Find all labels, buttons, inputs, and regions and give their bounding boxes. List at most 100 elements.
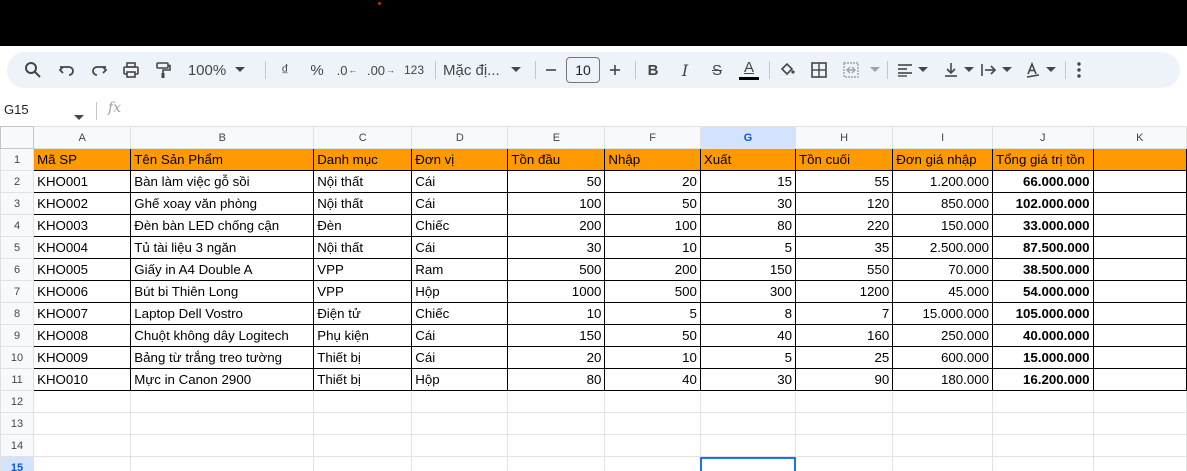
table-cell[interactable]: Thiết bị [313, 346, 413, 369]
table-cell[interactable]: Cái [411, 192, 509, 215]
table-cell[interactable]: 8 [699, 302, 797, 325]
table-cell[interactable]: 40 [699, 324, 797, 347]
table-cell[interactable]: 45.000 [892, 280, 994, 303]
table-cell[interactable]: 180.000 [892, 368, 994, 391]
table-cell[interactable]: 550 [795, 258, 894, 281]
table-cell[interactable]: 25 [795, 346, 894, 369]
row-header[interactable]: 14 [0, 434, 35, 457]
empty-cell[interactable] [892, 390, 994, 413]
chevron-down-icon[interactable] [917, 56, 929, 84]
row-header[interactable]: 6 [0, 258, 35, 281]
table-cell[interactable]: 80 [507, 368, 606, 391]
column-header-i[interactable]: I [892, 126, 994, 149]
print-icon[interactable] [119, 56, 143, 84]
table-cell[interactable]: 2.500.000 [892, 236, 994, 259]
table-cell[interactable]: 87.500.000 [992, 236, 1094, 259]
empty-cell[interactable] [130, 434, 315, 457]
table-cell[interactable]: Tủ tài liệu 3 ngăn [130, 236, 315, 259]
empty-cell[interactable] [892, 456, 994, 471]
empty-cell[interactable] [313, 456, 413, 471]
empty-cell[interactable] [1092, 390, 1187, 413]
empty-cell[interactable] [604, 434, 701, 457]
table-cell[interactable]: 20 [507, 346, 606, 369]
table-cell[interactable]: Cái [411, 236, 509, 259]
row-header[interactable]: 12 [0, 390, 35, 413]
table-cell[interactable]: Hộp [411, 280, 509, 303]
redo-icon[interactable] [87, 56, 111, 84]
fill-color-icon[interactable] [775, 56, 799, 84]
merge-cells-icon[interactable] [839, 56, 863, 84]
table-cell[interactable]: KHO003 [33, 214, 132, 237]
table-cell[interactable]: Ram [411, 258, 509, 281]
table-cell[interactable]: VPP [313, 280, 413, 303]
row-header[interactable]: 3 [0, 192, 35, 215]
table-cell[interactable]: 50 [604, 192, 701, 215]
empty-cell[interactable] [33, 412, 132, 435]
chevron-down-icon[interactable] [74, 108, 84, 126]
empty-cell[interactable] [1092, 280, 1187, 303]
table-cell[interactable]: 5 [699, 346, 797, 369]
table-cell[interactable]: KHO007 [33, 302, 132, 325]
table-cell[interactable]: 1000 [507, 280, 606, 303]
empty-cell[interactable] [313, 390, 413, 413]
table-cell[interactable]: Bảng từ trắng treo tường [130, 346, 315, 369]
table-cell[interactable]: 50 [507, 170, 606, 193]
empty-cell[interactable] [1092, 412, 1187, 435]
column-header-j[interactable]: J [992, 126, 1094, 149]
chevron-down-icon[interactable] [963, 56, 975, 84]
table-cell[interactable]: 500 [604, 280, 701, 303]
row-header[interactable]: 8 [0, 302, 35, 325]
header-cell[interactable]: Tên Sản Phẩm [130, 148, 315, 171]
empty-cell[interactable] [1092, 302, 1187, 325]
select-all-corner[interactable] [0, 126, 35, 149]
empty-cell[interactable] [1092, 368, 1187, 391]
table-cell[interactable]: 30 [507, 236, 606, 259]
decrease-decimal-button[interactable]: .0 ← [333, 56, 361, 84]
empty-cell[interactable] [130, 412, 315, 435]
table-cell[interactable]: Mực in Canon 2900 [130, 368, 315, 391]
table-cell[interactable]: KHO001 [33, 170, 132, 193]
table-cell[interactable]: 10 [507, 302, 606, 325]
table-cell[interactable]: 250.000 [892, 324, 994, 347]
empty-cell[interactable] [507, 434, 606, 457]
header-cell[interactable]: Mã SP [33, 148, 132, 171]
table-cell[interactable]: 5 [604, 302, 701, 325]
empty-cell[interactable] [33, 456, 132, 471]
undo-icon[interactable] [55, 56, 79, 84]
empty-cell[interactable] [892, 412, 994, 435]
table-cell[interactable]: 80 [699, 214, 797, 237]
table-cell[interactable]: 600.000 [892, 346, 994, 369]
text-wrapping-icon[interactable] [977, 56, 1001, 84]
table-cell[interactable]: 200 [604, 258, 701, 281]
chevron-down-icon[interactable] [1045, 56, 1057, 84]
empty-cell[interactable] [699, 412, 797, 435]
row-header[interactable]: 11 [0, 368, 35, 391]
table-cell[interactable]: 30 [699, 368, 797, 391]
empty-cell[interactable] [507, 456, 606, 471]
table-cell[interactable]: 200 [507, 214, 606, 237]
header-cell[interactable]: Đơn giá nhập [892, 148, 994, 171]
table-cell[interactable]: Cái [411, 170, 509, 193]
font-size-decrease-button[interactable] [541, 56, 561, 84]
empty-cell[interactable] [1092, 456, 1187, 471]
header-cell[interactable]: Danh mục [313, 148, 413, 171]
empty-cell[interactable] [992, 390, 1094, 413]
header-cell[interactable]: Đơn vị [411, 148, 509, 171]
empty-cell[interactable] [313, 434, 413, 457]
table-cell[interactable]: 66.000.000 [992, 170, 1094, 193]
header-cell[interactable]: Nhập [604, 148, 701, 171]
row-header[interactable]: 4 [0, 214, 35, 237]
empty-cell[interactable] [795, 412, 894, 435]
table-cell[interactable]: KHO009 [33, 346, 132, 369]
zoom-select[interactable]: 100% [183, 56, 231, 84]
table-cell[interactable]: Đèn bàn LED chống cận [130, 214, 315, 237]
row-header[interactable]: 15 [0, 456, 35, 471]
vertical-align-icon[interactable] [939, 56, 963, 84]
table-cell[interactable]: Nội thất [313, 236, 413, 259]
table-cell[interactable]: 55 [795, 170, 894, 193]
borders-icon[interactable] [807, 56, 831, 84]
table-cell[interactable]: 50 [604, 324, 701, 347]
empty-cell[interactable] [699, 434, 797, 457]
table-cell[interactable]: Bàn làm việc gỗ sồi [130, 170, 315, 193]
active-cell[interactable] [699, 456, 797, 471]
